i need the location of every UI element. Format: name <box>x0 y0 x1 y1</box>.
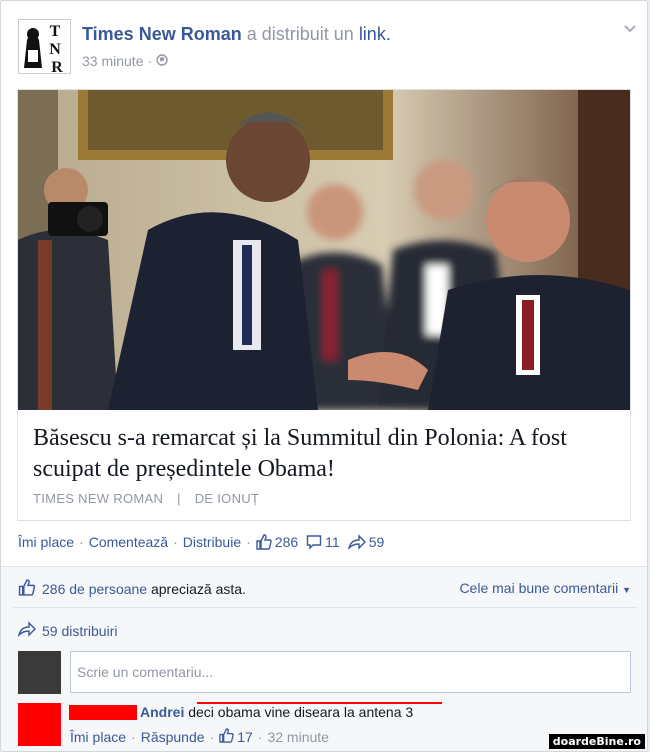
chevron-down-icon[interactable] <box>622 21 638 37</box>
globe-icon[interactable] <box>156 53 168 69</box>
comment-input[interactable]: Scrie un comentariu... <box>70 651 631 693</box>
comment-bubble-icon <box>306 534 322 550</box>
comment-sort-dropdown[interactable]: Cele mai bune comentarii ▼ <box>459 580 631 596</box>
link-word[interactable]: link. <box>359 24 391 44</box>
link-author: DE IONUȚ <box>194 491 260 506</box>
thumbs-up-icon <box>256 534 272 550</box>
link-source: TIMES NEW ROMAN | DE IONUȚ <box>33 491 259 506</box>
divider <box>13 607 637 608</box>
comment-like-count[interactable]: 17 <box>237 729 253 745</box>
post-header: T N R Times New Roman a distribuit un li… <box>18 19 636 75</box>
redacted-surname <box>69 705 137 720</box>
shares-text: 59 distribuiri <box>42 622 118 639</box>
comment-body: Andrei deci obama vine diseara la antena… <box>140 704 413 720</box>
thumbs-up-icon <box>18 579 36 599</box>
shares-summary[interactable]: 59 distribuiri <box>17 621 118 640</box>
comment-like-button[interactable]: Îmi place <box>70 729 126 745</box>
share-arrow-icon <box>17 621 36 640</box>
comment-timestamp[interactable]: 32 minute <box>267 729 328 745</box>
avatar-letter-n: N <box>49 41 61 58</box>
post-actions: Îmi place · Comentează · Distribuie · 28… <box>18 534 385 550</box>
comment-count[interactable]: 11 <box>306 534 340 550</box>
page-name-link[interactable]: Times New Roman <box>82 24 242 44</box>
like-button[interactable]: Îmi place <box>18 534 74 550</box>
site-watermark: doardeBine.ro <box>548 734 645 749</box>
comment-sort-label: Cele mai bune comentarii <box>459 580 619 596</box>
comment-reply-button[interactable]: Răspunde <box>141 729 205 745</box>
post-title-line: Times New Roman a distribuit un link. <box>82 24 391 45</box>
likers-link[interactable]: 286 de persoane <box>42 581 147 597</box>
current-user-avatar <box>18 651 61 694</box>
shared-text: a distribuit un <box>246 24 354 44</box>
caret-down-icon: ▼ <box>622 585 631 595</box>
feedback-section: 286 de persoane apreciază asta. Cele mai… <box>1 566 647 751</box>
share-arrow-icon <box>347 534 366 550</box>
avatar-letter-t: T <box>50 23 61 40</box>
link-headline[interactable]: Băsescu s-a remarcat și la Summitul din … <box>33 423 623 485</box>
share-button[interactable]: Distribuie <box>183 534 241 550</box>
comment-actions: Îmi place · Răspunde · 17 · 32 minute <box>70 728 329 746</box>
link-source-name: TIMES NEW ROMAN <box>33 491 164 506</box>
comment-text: deci obama vine diseara la antena 3 <box>188 704 414 720</box>
likes-summary: 286 de persoane apreciază asta. <box>18 579 246 599</box>
link-image[interactable] <box>18 90 630 410</box>
comment-author[interactable]: Andrei <box>140 704 184 720</box>
share-count[interactable]: 59 <box>347 534 384 550</box>
post-card: T N R Times New Roman a distribuit un li… <box>0 0 648 752</box>
comment-input-placeholder: Scrie un comentariu... <box>77 664 214 680</box>
page-avatar[interactable]: T N R <box>18 19 71 74</box>
link-preview[interactable]: Băsescu s-a remarcat și la Summitul din … <box>17 89 631 521</box>
likes-suffix: apreciază asta. <box>150 581 246 597</box>
comment-button[interactable]: Comentează <box>89 534 168 550</box>
like-count[interactable]: 286 <box>256 534 298 550</box>
commenter-avatar[interactable] <box>18 703 61 746</box>
link-source-separator: | <box>177 491 181 506</box>
thumbs-up-icon <box>219 728 234 746</box>
post-meta: 33 minute · <box>82 53 168 69</box>
avatar-letter-r: R <box>51 59 63 74</box>
post-timestamp[interactable]: 33 minute <box>82 53 143 69</box>
